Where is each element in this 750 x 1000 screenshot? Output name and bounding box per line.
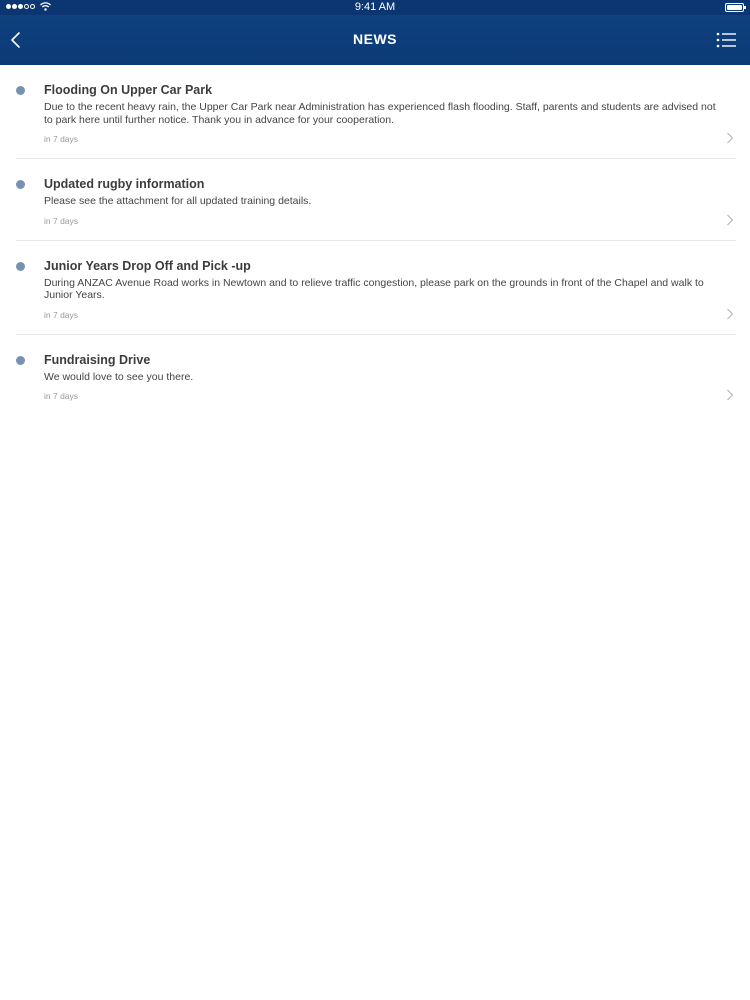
news-time: in 7 days <box>44 134 79 144</box>
news-list: Flooding On Upper Car Park Due to the re… <box>0 65 750 415</box>
news-time: in 7 days <box>44 215 79 226</box>
news-summary: We would love to see you there. <box>44 370 194 383</box>
unread-dot-icon <box>16 86 25 95</box>
unread-dot-icon <box>16 261 25 271</box>
news-item[interactable]: Junior Years Drop Off and Pick -up Durin… <box>16 241 736 335</box>
chevron-right-icon <box>727 308 734 319</box>
page-title: NEWS <box>353 31 397 47</box>
chevron-right-icon <box>727 132 734 144</box>
chevron-right-icon <box>727 389 734 401</box>
news-item[interactable]: Fundraising Drive We would love to see y… <box>16 335 736 416</box>
news-summary: Please see the attachment for all update… <box>44 195 312 207</box>
unread-dot-icon <box>16 355 25 365</box>
menu-button[interactable] <box>716 31 738 49</box>
news-summary: Due to the recent heavy rain, the Upper … <box>44 101 716 126</box>
navigation-bar: NEWS <box>0 15 750 65</box>
battery-icon <box>725 3 746 12</box>
news-title: Flooding On Upper Car Park <box>44 83 213 97</box>
news-time: in 7 days <box>44 391 79 401</box>
news-time: in 7 days <box>44 309 79 320</box>
status-time: 9:41 AM <box>354 1 396 13</box>
status-bar: 9:41 AM <box>0 0 750 15</box>
news-title: Fundraising Drive <box>44 352 151 367</box>
news-item[interactable]: Flooding On Upper Car Park Due to the re… <box>16 65 736 159</box>
chevron-right-icon <box>727 214 734 225</box>
list-menu-icon <box>716 32 736 48</box>
unread-dot-icon <box>16 180 25 189</box>
news-title: Junior Years Drop Off and Pick -up <box>44 258 251 273</box>
news-summary: During ANZAC Avenue Road works in Newtow… <box>44 276 704 302</box>
news-item[interactable]: Updated rugby information Please see the… <box>16 159 736 241</box>
news-title: Updated rugby information <box>44 177 205 191</box>
